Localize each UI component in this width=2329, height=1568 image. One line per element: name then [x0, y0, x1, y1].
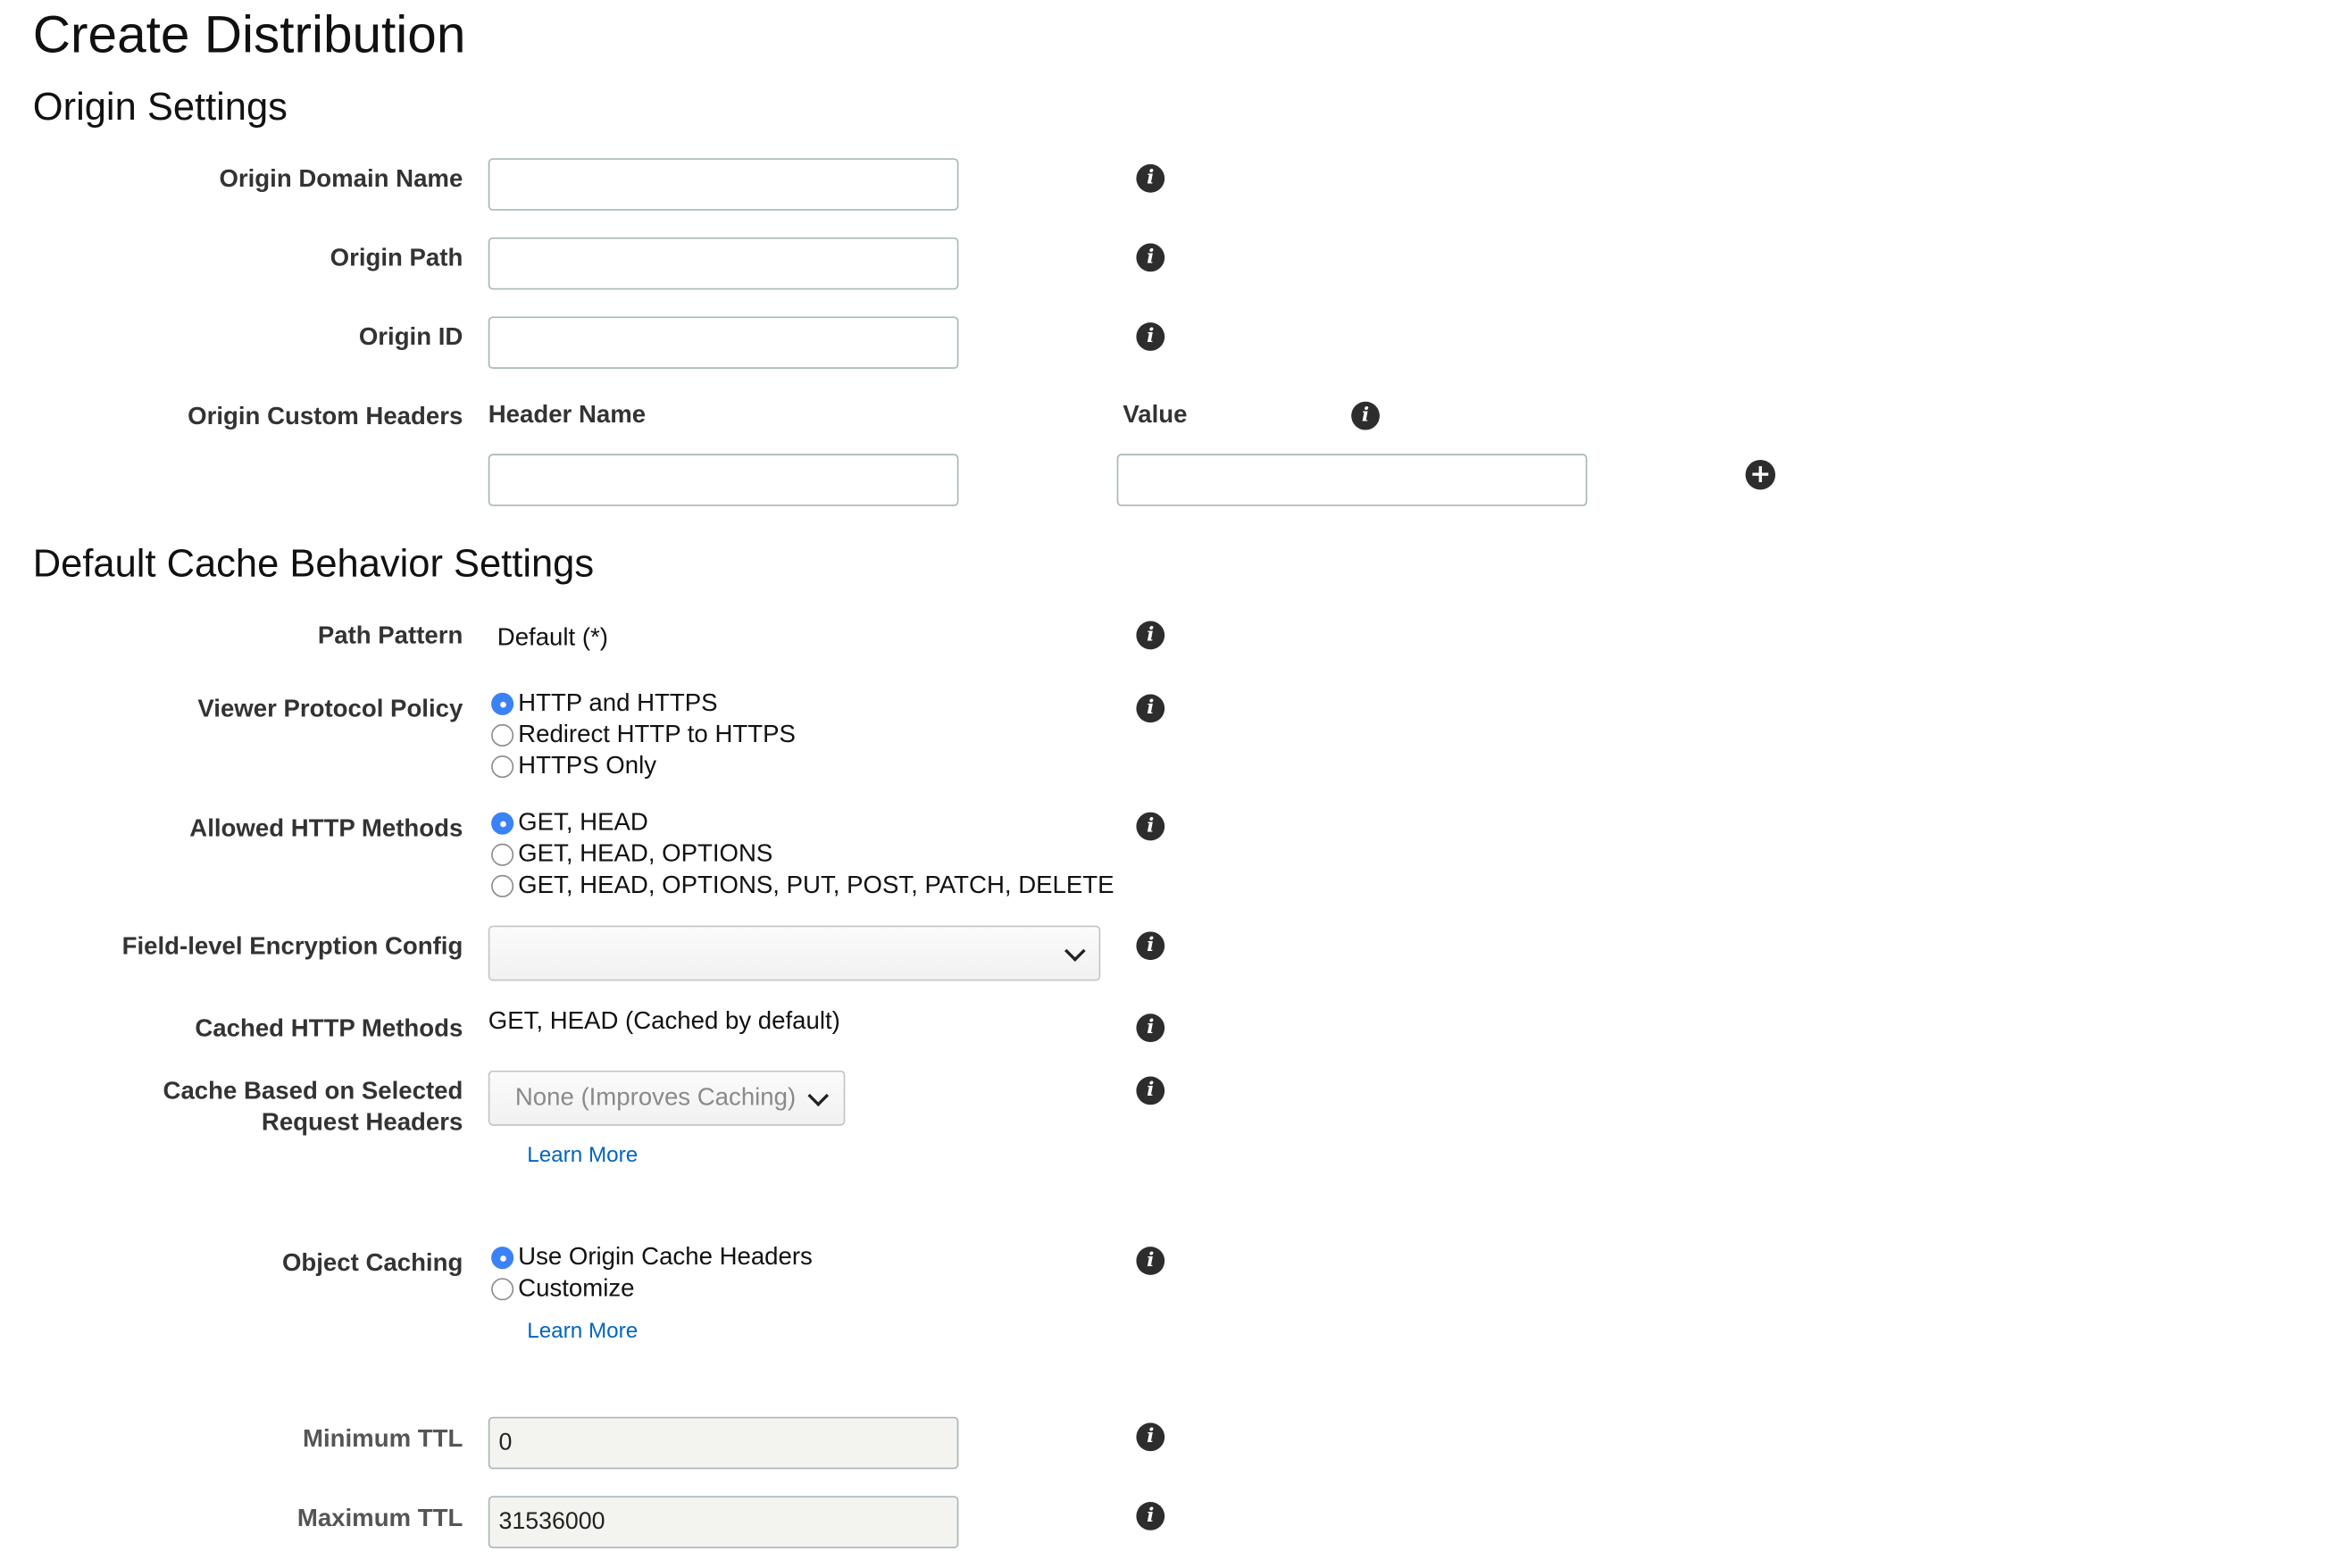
add-circle-icon[interactable]: +: [1745, 459, 1776, 490]
info-icon[interactable]: i: [1136, 694, 1165, 723]
origin-settings-heading: Origin Settings: [32, 83, 288, 129]
info-icon[interactable]: i: [1136, 243, 1165, 272]
path-pattern-label: Path Pattern: [317, 622, 463, 650]
radio-label: Use Origin Cache Headers: [518, 1243, 813, 1271]
info-icon[interactable]: i: [1136, 1502, 1165, 1530]
radio-get-head[interactable]: GET, HEAD: [491, 808, 648, 839]
info-icon[interactable]: i: [1136, 931, 1165, 961]
origin-path-input[interactable]: [488, 237, 959, 290]
cached-http-methods-value: GET, HEAD (Cached by default): [488, 1007, 840, 1035]
radio-button[interactable]: [491, 723, 514, 746]
maximum-ttl-input[interactable]: [488, 1496, 959, 1548]
chevron-down-icon: [1064, 940, 1086, 962]
radio-label: HTTPS Only: [518, 752, 657, 780]
header-name-input[interactable]: [488, 454, 959, 506]
viewer-protocol-policy-label: Viewer Protocol Policy: [197, 696, 463, 723]
radio-button[interactable]: [491, 1247, 514, 1270]
minimum-ttl-label: Minimum TTL: [303, 1425, 463, 1453]
object-caching-label: Object Caching: [281, 1249, 463, 1277]
origin-custom-headers-label: Origin Custom Headers: [188, 403, 463, 430]
radio-http-and-https[interactable]: HTTP and HTTPS: [491, 688, 718, 720]
radio-label: Customize: [518, 1274, 635, 1302]
create-distribution-form: Create Distribution Origin Settings Orig…: [0, 0, 2329, 1568]
minimum-ttl-input[interactable]: [488, 1416, 959, 1470]
info-icon[interactable]: i: [1136, 812, 1165, 841]
radio-redirect-http-to-https[interactable]: Redirect HTTP to HTTPS: [491, 720, 796, 751]
value-column-label: Value: [1123, 401, 1188, 429]
radio-button[interactable]: [491, 1278, 514, 1301]
radio-label: GET, HEAD, OPTIONS, PUT, POST, PATCH, DE…: [518, 872, 1114, 899]
cache-behavior-heading: Default Cache Behavior Settings: [32, 540, 595, 586]
cache-headers-label-line2: Request Headers: [261, 1109, 463, 1137]
select-value: None (Improves Caching): [514, 1083, 797, 1111]
origin-domain-name-input[interactable]: [488, 158, 959, 211]
field-level-encryption-select[interactable]: [488, 925, 1101, 981]
info-icon[interactable]: i: [1351, 401, 1380, 430]
radio-button[interactable]: [491, 755, 514, 779]
info-icon[interactable]: i: [1136, 1076, 1165, 1105]
cache-headers-label-line1: Cache Based on Selected: [163, 1078, 463, 1105]
radio-label: GET, HEAD: [518, 809, 648, 837]
radio-button[interactable]: [491, 692, 514, 715]
origin-id-input[interactable]: [488, 316, 959, 369]
header-value-input[interactable]: [1116, 454, 1588, 506]
info-icon[interactable]: i: [1136, 621, 1165, 650]
origin-domain-name-label: Origin Domain Name: [219, 165, 463, 193]
radio-button[interactable]: [491, 812, 514, 835]
origin-path-label: Origin Path: [330, 245, 463, 272]
chevron-down-icon: [807, 1085, 830, 1107]
info-icon[interactable]: i: [1136, 1422, 1165, 1452]
cache-headers-select[interactable]: None (Improves Caching): [488, 1070, 846, 1126]
radio-label: Redirect HTTP to HTTPS: [518, 721, 796, 748]
info-icon[interactable]: i: [1136, 1247, 1165, 1275]
info-icon[interactable]: i: [1136, 1013, 1165, 1043]
radio-all-methods[interactable]: GET, HEAD, OPTIONS, PUT, POST, PATCH, DE…: [491, 871, 1114, 902]
radio-button[interactable]: [491, 843, 514, 866]
origin-id-label: Origin ID: [358, 323, 463, 351]
radio-label: HTTP and HTTPS: [518, 689, 718, 717]
radio-use-origin-cache-headers[interactable]: Use Origin Cache Headers: [491, 1242, 813, 1273]
info-icon[interactable]: i: [1136, 322, 1165, 351]
path-pattern-value: Default (*): [497, 623, 608, 651]
maximum-ttl-label: Maximum TTL: [296, 1505, 463, 1532]
radio-https-only[interactable]: HTTPS Only: [491, 751, 656, 782]
header-name-column-label: Header Name: [488, 401, 647, 429]
radio-customize[interactable]: Customize: [491, 1273, 635, 1305]
field-level-encryption-label: Field-level Encryption Config: [121, 933, 463, 961]
learn-more-link[interactable]: Learn More: [527, 1320, 638, 1344]
info-icon[interactable]: i: [1136, 163, 1165, 193]
cached-http-methods-label: Cached HTTP Methods: [195, 1014, 463, 1043]
radio-button[interactable]: [491, 874, 514, 897]
learn-more-link[interactable]: Learn More: [527, 1144, 638, 1168]
radio-label: GET, HEAD, OPTIONS: [518, 840, 773, 868]
allowed-http-methods-label: Allowed HTTP Methods: [189, 814, 463, 843]
page-title: Create Distribution: [32, 5, 466, 64]
radio-get-head-options[interactable]: GET, HEAD, OPTIONS: [491, 839, 772, 871]
